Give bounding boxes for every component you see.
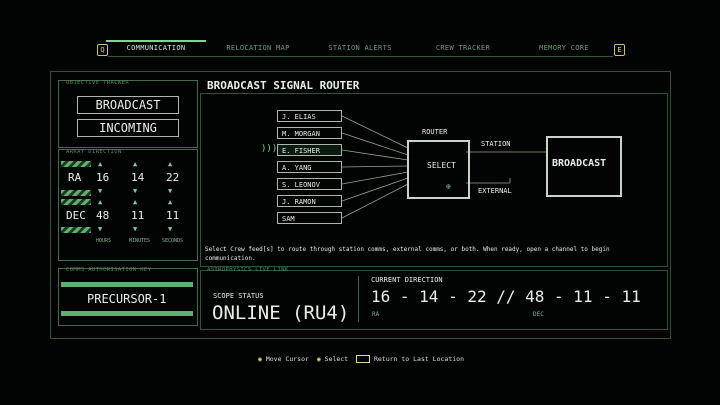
scope-status-value: ONLINE (RU4) [212,302,350,324]
router-select-label[interactable]: SELECT [427,161,456,170]
return-hint: Return to Last Location [373,355,464,363]
router-label: ROUTER [422,128,448,136]
station-label: STATION [481,140,511,148]
current-direction-label: CURRENT DIRECTION [371,276,443,284]
broadcast-label[interactable]: BROADCAST [552,158,606,169]
router-handle-icon[interactable]: ⊕ [446,182,451,191]
select-hint: Select [324,355,349,363]
astro-label: ASTROPHYSICS LIVE LINK [207,267,289,273]
move-cursor-hint: Move Cursor [265,355,309,363]
router-wires [341,115,546,219]
move-cursor-icon: ◉ [258,355,262,363]
direction-dec-label: DEC [533,311,544,318]
scope-status-label: SCOPE STATUS [213,292,264,300]
router-instructions: Select Crew feed[s] to route through sta… [205,246,610,262]
direction-ra-label: RA [372,311,380,318]
current-direction-value: 16 - 14 - 22 // 48 - 11 - 11 [371,287,641,306]
astro-divider [358,276,359,322]
external-label: EXTERNAL [478,187,512,195]
return-icon [356,355,371,363]
select-icon: ◉ [316,355,321,363]
footer-hints: ◉ Move Cursor ◉ Select Return to Last Lo… [258,355,464,363]
